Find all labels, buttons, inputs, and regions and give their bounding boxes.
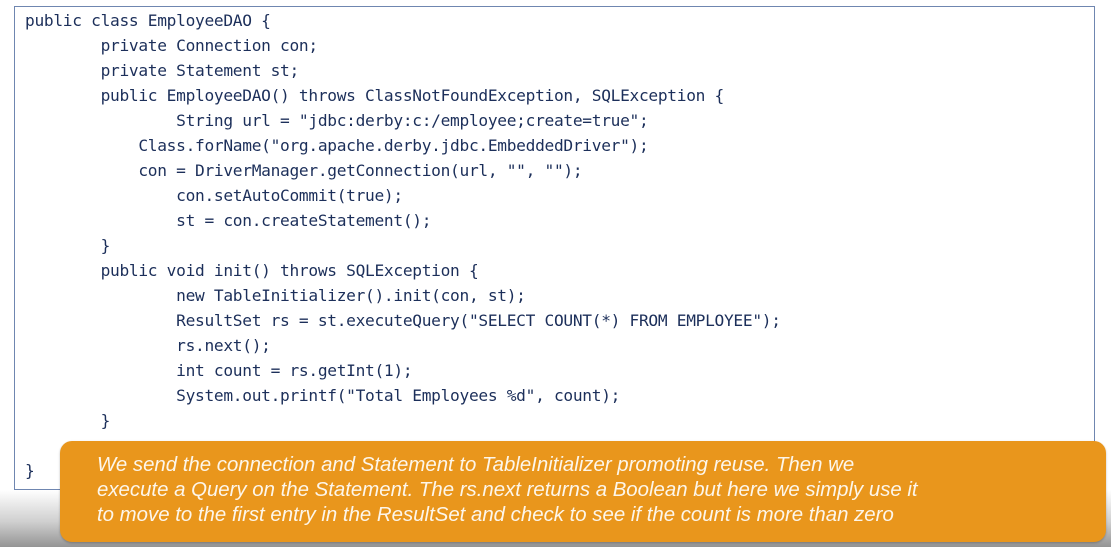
code-panel: public class EmployeeDAO { private Conne… [14, 6, 1095, 490]
code-line: } [25, 411, 111, 430]
code-line: public class EmployeeDAO { [25, 11, 271, 30]
video-frame: public class EmployeeDAO { private Conne… [0, 0, 1111, 547]
caption-line: execute a Query on the Statement. The rs… [97, 479, 918, 501]
code-line: int count = rs.getInt(1); [25, 361, 413, 380]
code-line: private Statement st; [25, 61, 300, 80]
code-line: } [25, 461, 35, 480]
code-line: System.out.printf("Total Employees %d", … [25, 386, 621, 405]
caption-line: to move to the first entry in the Result… [97, 504, 894, 526]
code-line: ResultSet rs = st.executeQuery("SELECT C… [25, 311, 781, 330]
code-line: } [25, 236, 111, 255]
code-line: con = DriverManager.getConnection(url, "… [25, 161, 583, 180]
code-line: rs.next(); [25, 336, 271, 355]
code-line: public void init() throws SQLException { [25, 261, 479, 280]
code-line: public EmployeeDAO() throws ClassNotFoun… [25, 86, 725, 105]
code-line: String url = "jdbc:derby:c:/employee;cre… [25, 111, 649, 130]
code-line: private Connection con; [25, 36, 319, 55]
code-line: Class.forName("org.apache.derby.jdbc.Emb… [25, 136, 649, 155]
caption-line: We send the connection and Statement to … [97, 454, 855, 476]
code-line: st = con.createStatement(); [25, 211, 432, 230]
code-line: con.setAutoCommit(true); [25, 186, 403, 205]
code-line: new TableInitializer().init(con, st); [25, 286, 526, 305]
caption-box: We send the connection and Statement to … [60, 441, 1106, 542]
